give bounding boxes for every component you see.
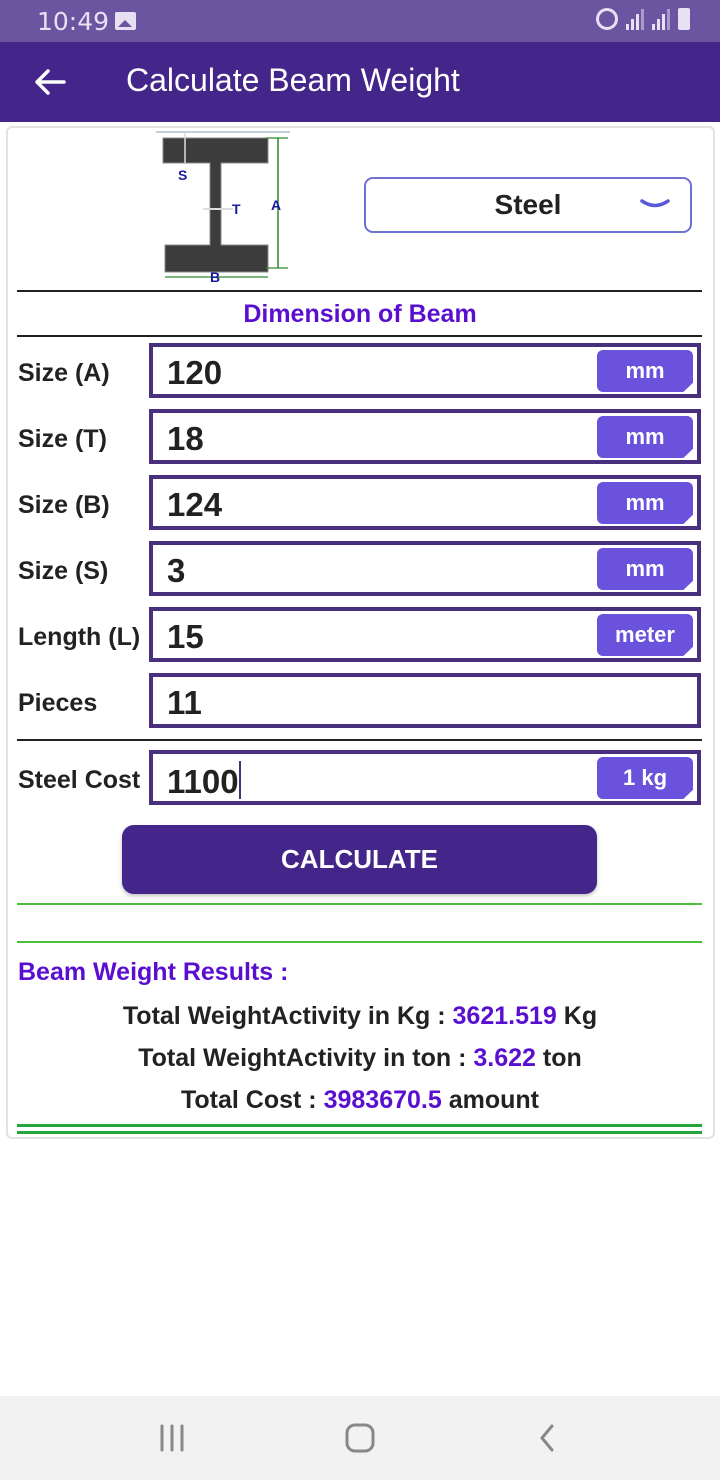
steel-cost-input[interactable]: 1100 1 kg bbox=[149, 750, 701, 805]
app-bar: Calculate Beam Weight bbox=[0, 42, 720, 122]
beam-diagram: S T A B bbox=[156, 131, 290, 285]
divider-green bbox=[17, 1124, 702, 1127]
length-value: 15 bbox=[167, 618, 204, 655]
signal-icon bbox=[626, 8, 644, 30]
field-label-length: Length (L) bbox=[18, 623, 141, 651]
size-a-value: 120 bbox=[167, 354, 223, 391]
size-t-unit-button[interactable]: mm bbox=[597, 416, 693, 458]
size-b-input[interactable]: 124 mm bbox=[149, 475, 701, 530]
label-s: S bbox=[178, 167, 187, 183]
length-input[interactable]: 15 meter bbox=[149, 607, 701, 662]
material-dropdown[interactable]: Steel bbox=[364, 177, 692, 233]
size-s-value: 3 bbox=[167, 552, 186, 589]
size-s-unit-button[interactable]: mm bbox=[597, 548, 693, 590]
status-bar: 10:49 bbox=[0, 0, 720, 42]
battery-charging-icon bbox=[678, 8, 690, 30]
divider bbox=[17, 739, 702, 741]
steel-cost-text: 1100 bbox=[167, 763, 239, 800]
length-unit-button[interactable]: meter bbox=[597, 614, 693, 656]
field-label-size-b: Size (B) bbox=[18, 491, 110, 519]
system-nav-bar bbox=[0, 1396, 720, 1480]
section-title: Dimension of Beam bbox=[243, 300, 477, 328]
recent-apps-button[interactable] bbox=[142, 1418, 202, 1458]
back-icon bbox=[540, 1424, 554, 1452]
page-title: Calculate Beam Weight bbox=[126, 62, 460, 98]
back-button[interactable] bbox=[30, 62, 70, 102]
result-label: Total Cost : bbox=[181, 1086, 324, 1114]
chevron-down-icon bbox=[640, 199, 670, 208]
divider-green bbox=[17, 1131, 702, 1134]
divider bbox=[17, 335, 702, 337]
result-unit: amount bbox=[441, 1086, 539, 1114]
text-cursor bbox=[238, 761, 241, 799]
field-label-pieces: Pieces bbox=[18, 689, 98, 717]
status-time: 10:49 bbox=[37, 7, 110, 36]
size-b-value: 124 bbox=[167, 486, 223, 523]
result-label: Total WeightActivity in Kg : bbox=[122, 1002, 453, 1030]
result-label: Total WeightActivity in ton : bbox=[138, 1044, 474, 1072]
size-s-input[interactable]: 3 mm bbox=[149, 541, 701, 596]
material-selected-value: Steel bbox=[494, 189, 562, 220]
result-unit: Kg bbox=[556, 1002, 598, 1030]
results-title: Beam Weight Results : bbox=[18, 958, 289, 986]
result-unit: ton bbox=[535, 1044, 582, 1072]
pieces-input[interactable]: 11 bbox=[149, 673, 701, 728]
steel-cost-value: 1100 bbox=[167, 761, 241, 801]
steel-cost-unit-button[interactable]: 1 kg bbox=[597, 757, 693, 799]
size-t-input[interactable]: 18 mm bbox=[149, 409, 701, 464]
field-label-size-t: Size (T) bbox=[18, 425, 107, 453]
recent-apps-icon bbox=[160, 1424, 184, 1452]
alarm-icon bbox=[596, 8, 618, 30]
system-back-button[interactable] bbox=[517, 1418, 577, 1458]
size-t-value: 18 bbox=[167, 420, 204, 457]
label-b: B bbox=[210, 269, 220, 285]
result-weight-kg: Total WeightActivity in Kg : 3621.519 Kg bbox=[0, 1002, 720, 1031]
result-total-cost: Total Cost : 3983670.5 amount bbox=[0, 1086, 720, 1115]
size-b-unit-button[interactable]: mm bbox=[597, 482, 693, 524]
calculate-button[interactable]: CALCULATE bbox=[122, 825, 597, 894]
result-weight-ton: Total WeightActivity in ton : 3.622 ton bbox=[0, 1044, 720, 1073]
image-icon bbox=[115, 12, 136, 30]
signal-icon bbox=[652, 8, 670, 30]
result-value: 3.622 bbox=[473, 1044, 536, 1072]
pieces-value: 11 bbox=[167, 684, 202, 721]
divider-green bbox=[17, 903, 702, 905]
field-label-size-a: Size (A) bbox=[18, 359, 110, 387]
label-t: T bbox=[232, 201, 241, 217]
result-value: 3621.519 bbox=[452, 1002, 557, 1030]
size-a-unit-button[interactable]: mm bbox=[597, 350, 693, 392]
status-icons bbox=[596, 8, 690, 30]
size-a-input[interactable]: 120 mm bbox=[149, 343, 701, 398]
divider-green bbox=[17, 941, 702, 943]
arrow-left-icon bbox=[35, 69, 66, 95]
home-button[interactable] bbox=[330, 1418, 390, 1458]
divider bbox=[17, 290, 702, 292]
field-label-size-s: Size (S) bbox=[18, 557, 109, 585]
result-value: 3983670.5 bbox=[323, 1086, 442, 1114]
home-icon bbox=[345, 1423, 375, 1453]
field-label-steel-cost: Steel Cost bbox=[18, 766, 141, 794]
label-a: A bbox=[271, 197, 281, 213]
